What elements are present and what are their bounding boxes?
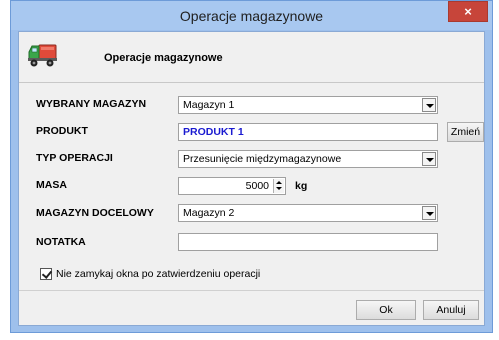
header-panel: Operacje magazynowe xyxy=(19,32,484,83)
note-input[interactable] xyxy=(178,233,438,251)
ok-button[interactable]: Ok xyxy=(356,300,416,320)
spin-down-icon[interactable] xyxy=(276,187,282,190)
mass-value: 5000 xyxy=(245,180,269,192)
operation-type-value: Przesunięcie międzymagazynowe xyxy=(183,153,342,165)
mass-unit: kg xyxy=(295,180,308,192)
cancel-button[interactable]: Anuluj xyxy=(423,300,479,320)
target-warehouse-select[interactable]: Magazyn 2 xyxy=(178,204,438,222)
target-warehouse-value: Magazyn 2 xyxy=(183,207,235,219)
warehouse-select[interactable]: Magazyn 1 xyxy=(178,96,438,114)
window-title: Operacje magazynowe xyxy=(179,8,324,24)
product-label: PRODUKT xyxy=(36,125,88,137)
keep-open-label[interactable]: Nie zamykaj okna po zatwierdzeniu operac… xyxy=(56,268,260,280)
mass-label: MASA xyxy=(36,179,67,191)
mass-input[interactable]: 5000 xyxy=(178,177,286,195)
footer-bar: Ok Anuluj xyxy=(19,290,484,325)
chevron-down-icon[interactable] xyxy=(422,206,436,220)
truck-icon xyxy=(28,44,57,67)
mass-spinner[interactable] xyxy=(273,179,284,193)
product-value: PRODUKT 1 xyxy=(183,126,244,138)
chevron-down-icon[interactable] xyxy=(422,152,436,166)
dialog-window: Operacje magazynowe × Operacje magazynow… xyxy=(10,0,493,333)
operation-type-select[interactable]: Przesunięcie międzymagazynowe xyxy=(178,150,438,168)
header-title: Operacje magazynowe xyxy=(104,52,223,64)
spin-up-icon[interactable] xyxy=(276,181,282,184)
keep-open-checkbox[interactable] xyxy=(40,268,52,280)
warehouse-label: WYBRANY MAGAZYN xyxy=(36,98,147,110)
target-warehouse-label: MAGAZYN DOCELOWY xyxy=(36,207,154,219)
title-bar[interactable]: Operacje magazynowe × xyxy=(11,1,492,30)
change-product-button[interactable]: Zmień xyxy=(447,122,484,142)
operation-type-label: TYP OPERACJI xyxy=(36,152,113,164)
product-field[interactable]: PRODUKT 1 xyxy=(178,123,438,141)
warehouse-value: Magazyn 1 xyxy=(183,99,235,111)
dialog-body: Operacje magazynowe WYBRANY MAGAZYN Maga… xyxy=(18,31,485,326)
chevron-down-icon[interactable] xyxy=(422,98,436,112)
note-label: NOTATKA xyxy=(36,236,86,248)
close-button[interactable]: × xyxy=(448,1,488,22)
